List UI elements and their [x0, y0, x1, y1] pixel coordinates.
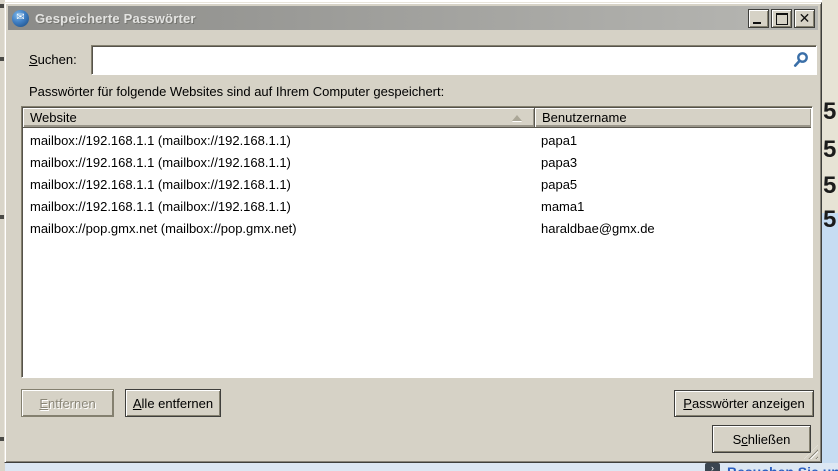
info-text: Passwörter für folgende Websites sind au… [29, 84, 445, 99]
username-cell: papa5 [541, 176, 578, 192]
title-bar[interactable]: ✉ Gespeicherte Passwörter [8, 6, 818, 30]
show-passwords-button[interactable]: Passwörter anzeigen [674, 390, 814, 417]
background-text-fragment: 5 [823, 206, 837, 233]
background-text-fragment: 5 [823, 136, 837, 163]
column-header-website[interactable]: Website [23, 108, 535, 128]
sort-ascending-icon [512, 115, 522, 121]
username-cell: haraldbae@gmx.de [541, 220, 655, 236]
website-cell: mailbox://192.168.1.1 (mailbox://192.168… [30, 154, 291, 170]
website-cell: mailbox://192.168.1.1 (mailbox://192.168… [30, 176, 291, 192]
website-cell: mailbox://192.168.1.1 (mailbox://192.168… [30, 132, 291, 148]
search-label: Suchen: [29, 52, 77, 67]
thunderbird-app-icon: ✉ [12, 9, 29, 27]
table-row[interactable]: mailbox://pop.gmx.net (mailbox://pop.gmx… [24, 217, 810, 239]
list-header: Website Benutzername [23, 108, 811, 128]
window-title: Gespeicherte Passwörter [35, 10, 196, 26]
close-dialog-button[interactable]: Schließen [712, 425, 811, 453]
passwords-list: Website Benutzername mailbox://192.168.1… [21, 106, 813, 378]
username-cell: mama1 [541, 198, 585, 214]
background-link-text: Besuchen Sie unser [727, 464, 838, 471]
saved-passwords-dialog: ✉ Gespeicherte Passwörter Suchen: Passwö… [4, 2, 822, 463]
arrow-badge-icon: › [705, 463, 720, 471]
remove-button[interactable]: Entfernen [21, 389, 114, 417]
table-row[interactable]: mailbox://192.168.1.1 (mailbox://192.168… [24, 173, 810, 195]
table-row[interactable]: mailbox://192.168.1.1 (mailbox://192.168… [24, 195, 810, 217]
username-cell: papa1 [541, 132, 578, 148]
background-text-fragment: 5 [823, 172, 837, 199]
close-button[interactable] [794, 9, 815, 28]
table-row[interactable]: mailbox://192.168.1.1 (mailbox://192.168… [24, 151, 810, 173]
search-input[interactable] [96, 49, 786, 71]
remove-all-button[interactable]: Alle entfernen [125, 389, 221, 417]
table-row[interactable]: mailbox://192.168.1.1 (mailbox://192.168… [24, 129, 810, 151]
search-icon [793, 52, 808, 67]
column-header-username[interactable]: Benutzername [535, 108, 811, 128]
background-window-right-strip: 5 5 5 5 [822, 0, 838, 471]
minimize-button[interactable] [748, 9, 769, 28]
background-text-fragment: 5 [823, 98, 837, 125]
website-cell: mailbox://192.168.1.1 (mailbox://192.168… [30, 198, 291, 214]
background-window-bottom-strip: › Besuchen Sie unser [5, 463, 838, 471]
username-cell: papa3 [541, 154, 578, 170]
list-body: mailbox://192.168.1.1 (mailbox://192.168… [24, 129, 810, 375]
search-box [91, 45, 817, 75]
website-cell: mailbox://pop.gmx.net (mailbox://pop.gmx… [30, 220, 297, 236]
maximize-button[interactable] [771, 9, 792, 28]
